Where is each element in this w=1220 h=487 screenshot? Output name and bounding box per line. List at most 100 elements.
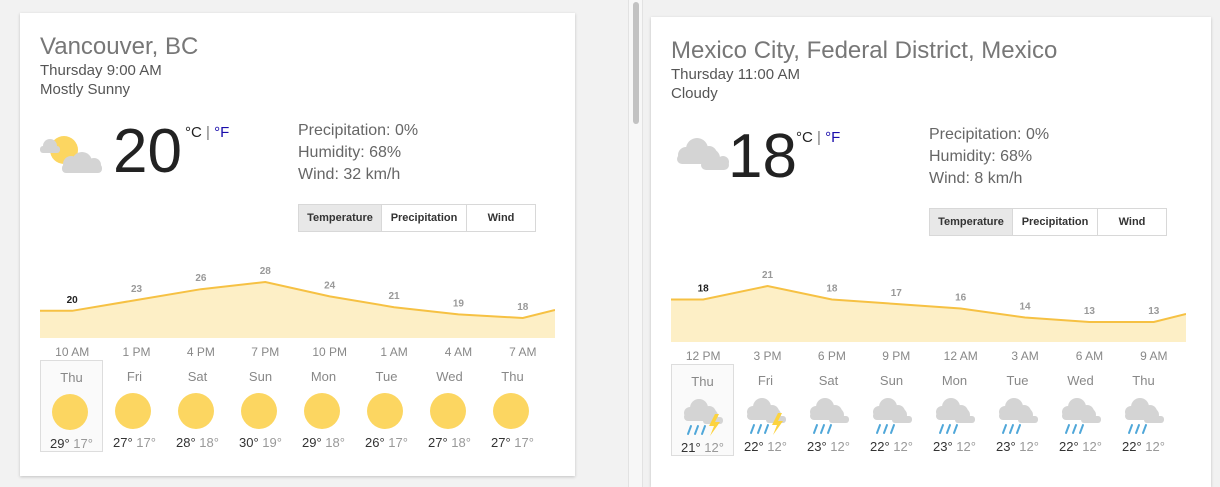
day-name: Thu (501, 369, 524, 384)
x-tick-label: 9 AM (1140, 349, 1167, 362)
temperature-point-label: 18 (826, 284, 838, 295)
high-temp: 29° (50, 436, 70, 451)
sun-icon (114, 393, 151, 429)
day-forecast-fri[interactable]: Fri 22° 12° (734, 364, 797, 456)
low-temp: 17° (384, 435, 408, 450)
low-temp: 12° (1141, 439, 1165, 454)
day-temperatures: 22° 12° (860, 439, 923, 454)
tab-precipitation[interactable]: Precipitation (1013, 209, 1098, 235)
temperature-chart: 20 23 26 28 24 21 19 18 10 AM 1 PM 4 PM 7 PM 10 PM 1 … (40, 266, 555, 358)
sun-icon (177, 393, 214, 429)
temperature-point-label: 21 (762, 270, 774, 281)
tab-temperature[interactable]: Temperature (930, 209, 1013, 235)
day-temperatures: 27° 17° (481, 435, 544, 450)
cloud-icon (677, 138, 729, 170)
high-temp: 22° (870, 439, 890, 454)
day-forecast-sat[interactable]: Sat 23° 12° (797, 364, 860, 456)
low-temp: 17° (510, 435, 534, 450)
day-forecast-sun[interactable]: Sun 30° 19° (229, 360, 292, 452)
high-temp: 21° (681, 440, 701, 455)
day-forecast-sat[interactable]: Sat 28° 18° (166, 360, 229, 452)
rain-cloud-icon (1061, 398, 1101, 434)
day-forecast-thu[interactable]: Thu 22° 12° (1112, 364, 1175, 456)
day-forecast-tue[interactable]: Tue 26° 17° (355, 360, 418, 452)
wind-label: Wind: 8 km/h (929, 170, 1023, 187)
day-forecast-sun[interactable]: Sun 22° 12° (860, 364, 923, 456)
low-temp: 12° (826, 439, 850, 454)
celsius-unit[interactable]: °C (185, 124, 202, 141)
low-temp: 18° (195, 435, 219, 450)
low-temp: 18° (321, 435, 345, 450)
day-forecast-thu[interactable]: Thu 21° 12° (671, 364, 734, 456)
day-forecast-mon[interactable]: Mon 29° 18° (292, 360, 355, 452)
day-name: Thu (1132, 373, 1155, 388)
precipitation-label: Precipitation: 0% (929, 126, 1050, 143)
window-scrollbar[interactable] (628, 0, 643, 487)
day-name: Tue (375, 369, 398, 384)
temperature-point-label: 28 (260, 266, 272, 277)
high-temp: 27° (113, 435, 133, 450)
day-temperatures: 21° 12° (672, 440, 733, 455)
day-temperatures: 23° 12° (986, 439, 1049, 454)
day-name: Sat (818, 373, 839, 388)
sun-icon (492, 393, 529, 429)
day-name: Wed (436, 369, 463, 384)
x-tick-label: 12 AM (944, 349, 978, 362)
day-temperatures: 27° 17° (103, 435, 166, 450)
x-tick-label: 4 AM (445, 345, 472, 358)
weather-details: Precipitation: 0% Humidity: 68% Wind: 32… (298, 120, 418, 186)
temperature-point-label: 23 (131, 284, 143, 295)
temperature-point-label: 19 (453, 298, 465, 309)
day-name: Sat (187, 369, 208, 384)
day-temperatures: 22° 12° (734, 439, 797, 454)
condition-label: Mostly Sunny (40, 81, 131, 98)
temperature-point-label: 18 (517, 302, 529, 313)
precipitation-label: Precipitation: 0% (298, 122, 419, 139)
day-name: Fri (126, 369, 143, 384)
day-forecast-fri[interactable]: Fri 27° 17° (103, 360, 166, 452)
day-forecast-wed[interactable]: Wed 27° 18° (418, 360, 481, 452)
fahrenheit-unit[interactable]: °F (214, 124, 229, 141)
day-forecast-thu[interactable]: Thu 29° 17° (40, 360, 103, 452)
location-title: Vancouver, BC (40, 33, 199, 60)
tab-temperature[interactable]: Temperature (299, 205, 382, 231)
high-temp: 22° (1122, 439, 1142, 454)
temperature-area (40, 282, 555, 338)
temperature-point-label: 21 (389, 291, 401, 302)
unit-separator: | (817, 129, 821, 146)
temperature-point-label: 13 (1148, 306, 1160, 317)
day-temperatures: 29° 18° (292, 435, 355, 450)
day-forecast-wed[interactable]: Wed 22° 12° (1049, 364, 1112, 456)
low-temp: 12° (763, 439, 787, 454)
day-temperatures: 23° 12° (797, 439, 860, 454)
day-forecast-tue[interactable]: Tue 23° 12° (986, 364, 1049, 456)
day-name: Wed (1067, 373, 1094, 388)
temperature-area (671, 286, 1186, 342)
low-temp: 12° (952, 439, 976, 454)
tab-wind[interactable]: Wind (1098, 209, 1166, 235)
fahrenheit-unit[interactable]: °F (825, 129, 840, 146)
temperature-point-label: 13 (1084, 306, 1096, 317)
tab-precipitation[interactable]: Precipitation (382, 205, 467, 231)
day-name: Mon (941, 373, 968, 388)
chart-tabs: Temperature Precipitation Wind (929, 208, 1167, 236)
sun-icon (240, 393, 277, 429)
day-name: Fri (757, 373, 774, 388)
rain-cloud-icon (872, 398, 912, 434)
day-forecast-thu[interactable]: Thu 27° 17° (481, 360, 544, 452)
day-forecast-mon[interactable]: Mon 23° 12° (923, 364, 986, 456)
high-temp: 27° (428, 435, 448, 450)
thunderstorm-icon (683, 399, 723, 436)
day-name: Thu (691, 374, 714, 389)
low-temp: 12° (1078, 439, 1102, 454)
weather-card-mexico-city: Mexico City, Federal District, Mexico Th… (651, 17, 1211, 487)
celsius-unit[interactable]: °C (796, 129, 813, 146)
low-temp: 12° (889, 439, 913, 454)
scrollbar-thumb[interactable] (633, 2, 639, 124)
current-temperature: 18 (728, 122, 797, 191)
high-temp: 30° (239, 435, 259, 450)
thunderstorm-icon (746, 398, 786, 435)
sun-icon (51, 394, 88, 430)
tab-wind[interactable]: Wind (467, 205, 535, 231)
x-tick-label: 7 PM (251, 345, 279, 358)
